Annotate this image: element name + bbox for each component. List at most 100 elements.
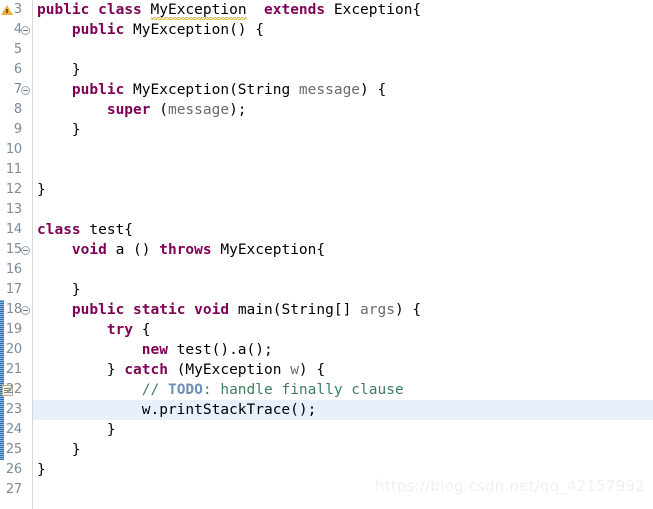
code-text-area[interactable]: public class MyException extends Excepti… [33,0,653,509]
code-token: message [298,82,361,98]
line-number: 5 [13,42,22,57]
line-number: 25 [5,442,22,457]
code-line[interactable]: } [33,120,653,140]
code-token: } [37,122,81,138]
code-token: { [133,322,151,338]
line-number: 22 [5,382,22,397]
line-number: 20 [5,342,22,357]
code-line[interactable] [33,140,653,160]
code-line[interactable]: } [33,60,653,80]
code-token: public [71,22,125,38]
code-token: } [37,362,125,378]
code-token: void [194,302,230,318]
code-token: a () [106,242,160,258]
watermark-text: https://blog.csdn.net/qq_42157992 [375,477,645,495]
code-token: public [71,302,125,318]
code-line[interactable]: } [33,420,653,440]
code-token: super [106,102,151,118]
code-line[interactable]: super (message); [33,100,653,120]
code-token: public [71,82,125,98]
line-number: 11 [5,162,22,177]
code-token: TODO [167,382,203,398]
code-token: w [290,362,299,378]
code-token: void [71,242,107,258]
line-number: 15 [5,242,22,257]
code-token: } [37,462,46,478]
line-number: 17 [5,282,22,297]
line-number: 9 [13,122,22,137]
code-line[interactable]: // TODO: handle finally clause [33,380,653,400]
code-token: } [37,422,116,438]
code-line[interactable]: public static void main(String[] args) { [33,300,653,320]
code-token: public [37,2,90,18]
code-line[interactable]: public class MyException extends Excepti… [33,0,653,20]
code-token: w.printStackTrace(); [37,402,317,418]
code-token: ( [150,102,168,118]
line-number: 12 [5,182,22,197]
code-token: ); [229,102,247,118]
code-token: test{ [80,222,134,238]
code-line[interactable]: } catch (MyException w) { [33,360,653,380]
code-line[interactable]: void a () throws MyException{ [33,240,653,260]
code-token: } [37,62,81,78]
code-line[interactable]: try { [33,320,653,340]
code-line[interactable]: public MyException() { [33,20,653,40]
code-line[interactable]: } [33,280,653,300]
line-number: 21 [5,362,22,377]
line-number: 6 [13,62,22,77]
code-line[interactable] [33,200,653,220]
code-line[interactable] [33,160,653,180]
code-fold-collapse-icon[interactable] [21,26,30,35]
code-fold-collapse-icon[interactable] [21,246,30,255]
code-token: message [167,102,230,118]
line-number: 16 [5,262,22,277]
line-number: 13 [5,202,22,217]
code-token: MyException [150,2,247,20]
code-token: } [37,282,81,298]
code-token: MyException(String [124,82,299,98]
code-token: extends [264,2,326,18]
line-number: 3 [13,2,22,17]
code-line[interactable]: public MyException(String message) { [33,80,653,100]
code-token: try [106,322,134,338]
code-line-current[interactable]: w.printStackTrace(); [33,400,653,420]
code-token: args [360,302,395,318]
code-token: MyException() { [124,22,264,38]
code-token: : handle finally clause [202,382,404,398]
editor-gutter[interactable]: 3 4 5 6 7 8 9 10 11 12 13 14 15 16 17 18 19 20 21 22 23 24 25 2… [0,0,32,509]
code-token: catch [124,362,168,378]
line-number: 26 [5,462,22,477]
code-line[interactable] [33,260,653,280]
code-line[interactable]: } [33,180,653,200]
code-fold-collapse-icon[interactable] [21,306,30,315]
code-token: ) { [394,302,422,318]
line-number: 10 [5,142,22,157]
code-line[interactable] [33,40,653,60]
code-line[interactable]: new test().a(); [33,340,653,360]
code-editor[interactable]: 3 4 5 6 7 8 9 10 11 12 13 14 15 16 17 18 19 20 21 22 23 24 25 2… [0,0,653,509]
code-token: ) { [360,82,387,98]
code-token: static [133,302,186,318]
code-line[interactable]: } [33,440,653,460]
line-number: 24 [5,422,22,437]
line-number: 7 [13,82,22,97]
code-token: class [37,222,81,238]
code-fold-collapse-icon[interactable] [21,86,30,95]
line-number: 14 [5,222,22,237]
code-token: } [37,182,46,198]
code-token: // [141,382,168,398]
code-line[interactable]: class test{ [33,220,653,240]
code-token: class [98,2,142,18]
code-token: main(String[] [229,302,361,318]
